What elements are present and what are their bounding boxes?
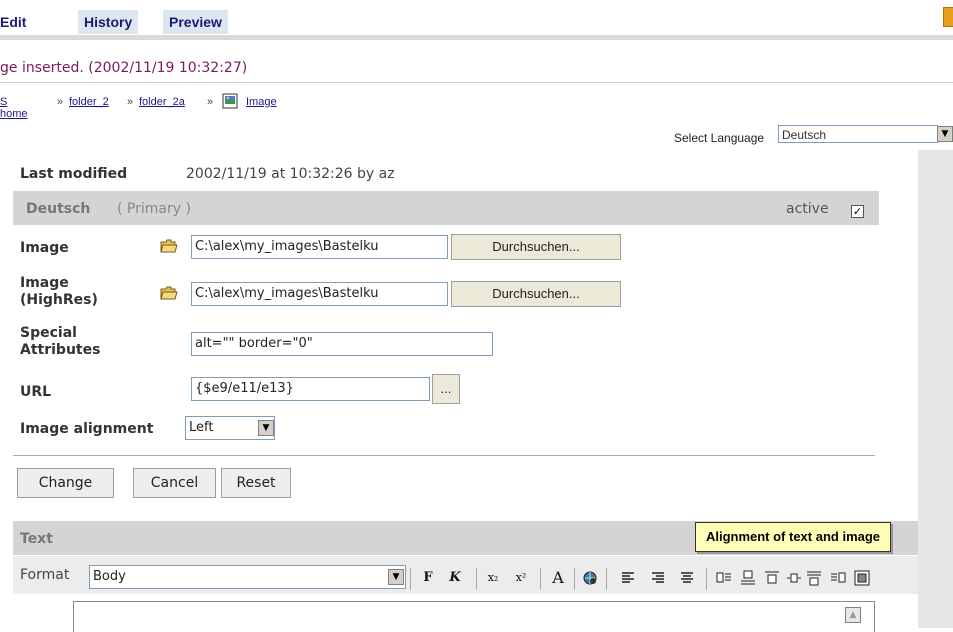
- align-left-icon[interactable]: [620, 570, 636, 586]
- toolbar-separator: [476, 568, 477, 590]
- image-path-input[interactable]: C:\alex\my_images\Bastelku: [191, 235, 448, 259]
- last-modified-label: Last modified: [20, 166, 128, 182]
- toolbar-separator: [540, 568, 541, 590]
- image-align-top-icon[interactable]: [740, 570, 756, 586]
- language-label: Select Language: [674, 131, 765, 145]
- scroll-up-icon[interactable]: ▲: [845, 607, 861, 623]
- chevron-down-icon[interactable]: ▼: [258, 420, 274, 436]
- tab-bar: Edit History Preview: [0, 0, 953, 38]
- active-checkbox[interactable]: ✓: [851, 205, 864, 218]
- image-wrap-icon[interactable]: [854, 570, 870, 586]
- special-attributes-label: Special Attributes: [20, 325, 101, 358]
- divider: [0, 82, 953, 83]
- folder-open-icon[interactable]: [160, 285, 178, 300]
- breadcrumb-separator: »: [127, 96, 134, 108]
- toolbar-separator: [606, 568, 607, 590]
- breadcrumb-separator: »: [207, 96, 214, 108]
- change-button[interactable]: Change: [17, 468, 114, 498]
- image-align-bottom-icon[interactable]: [806, 570, 822, 586]
- format-label: Format: [20, 567, 70, 583]
- superscript-button[interactable]: x²: [510, 568, 532, 588]
- browse-button[interactable]: Durchsuchen...: [451, 234, 621, 260]
- section-primary-tag: ( Primary ): [117, 201, 191, 217]
- chevron-down-icon[interactable]: ▼: [388, 569, 404, 585]
- format-select[interactable]: Body: [89, 565, 406, 589]
- language-select[interactable]: Deutsch: [778, 125, 938, 143]
- tab-history[interactable]: History: [78, 10, 139, 34]
- bold-button[interactable]: F: [420, 568, 436, 588]
- image-align-left-icon[interactable]: [716, 570, 732, 586]
- url-input[interactable]: {$e9/e11/e13}: [191, 377, 430, 401]
- window-corner-icon[interactable]: [943, 7, 953, 27]
- italic-button[interactable]: K: [447, 568, 463, 588]
- active-label: active: [786, 201, 829, 217]
- breadcrumb-image[interactable]: Image: [246, 96, 277, 108]
- image-label: Image: [20, 240, 69, 256]
- toolbar-separator: [574, 568, 575, 590]
- align-right-icon[interactable]: [650, 570, 666, 586]
- text-section-label: Text: [20, 531, 53, 547]
- chevron-down-icon[interactable]: ▼: [937, 126, 953, 142]
- tab-divider: [0, 35, 953, 40]
- image-align-middle-icon[interactable]: [764, 570, 780, 586]
- special-attributes-input[interactable]: alt="" border="0": [191, 332, 493, 356]
- align-center-icon[interactable]: [679, 570, 695, 586]
- last-modified-value: 2002/11/19 at 10:32:26 by az: [186, 166, 395, 182]
- url-label: URL: [20, 384, 52, 400]
- font-button[interactable]: A: [548, 568, 568, 588]
- image-highres-path-input[interactable]: C:\alex\my_images\Bastelku: [191, 282, 448, 306]
- image-file-icon: [222, 93, 238, 109]
- image-alignment-label: Image alignment: [20, 421, 154, 437]
- tab-edit[interactable]: Edit: [0, 10, 33, 34]
- browse-highres-button[interactable]: Durchsuchen...: [451, 281, 621, 307]
- alignment-tooltip: Alignment of text and image: [695, 522, 891, 552]
- url-picker-button[interactable]: ...: [432, 374, 460, 404]
- status-message: ge inserted. (2002/11/19 10:32:27): [0, 60, 248, 76]
- right-sidebar: [918, 150, 953, 628]
- folder-open-icon[interactable]: [160, 238, 178, 253]
- section-language: Deutsch: [26, 201, 91, 217]
- cancel-button[interactable]: Cancel: [133, 468, 216, 498]
- breadcrumb-folder-2a[interactable]: folder_2a: [139, 96, 185, 108]
- toolbar-separator: [410, 568, 411, 590]
- subscript-button[interactable]: x₂: [482, 568, 504, 588]
- text-editor-area[interactable]: [73, 601, 875, 632]
- breadcrumb-folder-2[interactable]: folder_2: [69, 96, 109, 108]
- breadcrumb-separator: »: [57, 96, 64, 108]
- divider: [13, 455, 875, 456]
- breadcrumb-home[interactable]: S home: [0, 96, 28, 120]
- reset-button[interactable]: Reset: [221, 468, 291, 498]
- tab-preview[interactable]: Preview: [163, 10, 228, 34]
- image-highres-label: Image (HighRes): [20, 275, 98, 308]
- image-align-right-icon[interactable]: [830, 570, 846, 586]
- link-globe-icon[interactable]: [582, 570, 598, 586]
- toolbar-separator: [706, 568, 707, 590]
- image-inline-icon[interactable]: [786, 570, 802, 586]
